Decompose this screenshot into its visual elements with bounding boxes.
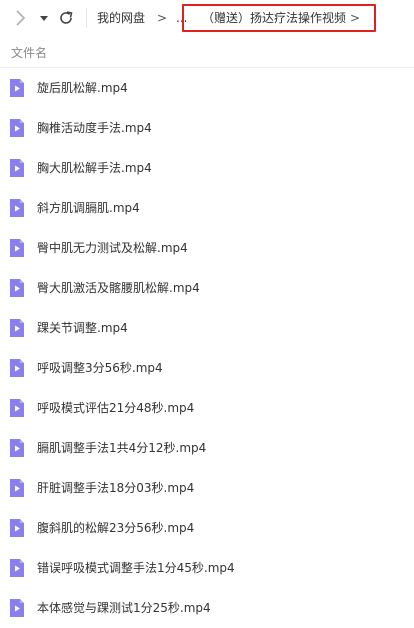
file-row[interactable]: 呼吸模式评估21分48秒.mp4 xyxy=(0,388,414,428)
breadcrumb-current-folder[interactable]: （赠送）扬达疗法操作视频 xyxy=(202,10,346,26)
video-file-icon xyxy=(10,119,24,137)
file-row[interactable]: 呼吸调整3分56秒.mp4 xyxy=(0,348,414,388)
video-file-icon xyxy=(10,399,24,417)
file-row[interactable]: 踝关节调整.mp4 xyxy=(0,308,414,348)
file-name[interactable]: 腹斜肌的松解23分56秒.mp4 xyxy=(37,520,194,536)
file-name[interactable]: 臀中肌无力测试及松解.mp4 xyxy=(37,240,188,256)
file-name[interactable]: 呼吸调整3分56秒.mp4 xyxy=(37,360,163,376)
file-name[interactable]: 旋后肌松解.mp4 xyxy=(37,80,128,96)
file-name[interactable]: 臀大肌激活及髂腰肌松解.mp4 xyxy=(37,280,200,296)
file-row[interactable]: 肝脏调整手法18分03秒.mp4 xyxy=(0,468,414,508)
file-name[interactable]: 本体感觉与踝测试1分25秒.mp4 xyxy=(37,600,211,616)
file-name[interactable]: 胸椎活动度手法.mp4 xyxy=(37,120,152,136)
file-row[interactable]: 臀中肌无力测试及松解.mp4 xyxy=(0,228,414,268)
video-file-icon xyxy=(10,239,24,257)
file-row[interactable]: 胸椎活动度手法.mp4 xyxy=(0,108,414,148)
file-row[interactable]: 本体感觉与踝测试1分25秒.mp4 xyxy=(0,588,414,628)
file-name[interactable]: 呼吸模式评估21分48秒.mp4 xyxy=(37,400,194,416)
file-row[interactable]: 错误呼吸模式调整手法1分45秒.mp4 xyxy=(0,548,414,588)
video-file-icon xyxy=(10,559,24,577)
video-file-icon xyxy=(10,439,24,457)
breadcrumb-separator: > xyxy=(157,11,168,25)
breadcrumb-root[interactable]: 我的网盘 xyxy=(97,10,145,26)
caret-down-icon[interactable] xyxy=(38,11,50,25)
column-header: 文件名 xyxy=(0,36,414,68)
video-file-icon xyxy=(10,359,24,377)
video-file-icon xyxy=(10,519,24,537)
file-row[interactable]: 臀大肌激活及髂腰肌松解.mp4 xyxy=(0,268,414,308)
video-file-icon xyxy=(10,199,24,217)
file-name[interactable]: 错误呼吸模式调整手法1分45秒.mp4 xyxy=(37,560,235,576)
file-row[interactable]: 腹斜肌的松解23分56秒.mp4 xyxy=(0,508,414,548)
file-row[interactable]: 膈肌调整手法1共4分12秒.mp4 xyxy=(0,428,414,468)
breadcrumb-separator[interactable]: > xyxy=(350,10,360,26)
file-name[interactable]: 胸大肌松解手法.mp4 xyxy=(37,160,152,176)
file-row[interactable]: 胸大肌松解手法.mp4 xyxy=(0,148,414,188)
file-name[interactable]: 肝脏调整手法18分03秒.mp4 xyxy=(37,480,194,496)
video-file-icon xyxy=(10,319,24,337)
toolbar: 我的网盘 > ... （赠送）扬达疗法操作视频 > xyxy=(0,0,414,36)
video-file-icon xyxy=(10,479,24,497)
video-file-icon xyxy=(10,159,24,177)
column-header-filename[interactable]: 文件名 xyxy=(11,45,47,61)
video-file-icon xyxy=(10,599,24,617)
file-row[interactable]: 旋后肌松解.mp4 xyxy=(0,68,414,108)
refresh-icon[interactable] xyxy=(56,8,76,28)
chevron-right-icon[interactable] xyxy=(10,8,30,28)
file-name[interactable]: 膈肌调整手法1共4分12秒.mp4 xyxy=(37,440,206,456)
file-name[interactable]: 斜方肌调膈肌.mp4 xyxy=(37,200,140,216)
toolbar-divider xyxy=(86,8,87,28)
video-file-icon xyxy=(10,279,24,297)
file-row[interactable]: 斜方肌调膈肌.mp4 xyxy=(0,188,414,228)
video-file-icon xyxy=(10,79,24,97)
file-name[interactable]: 踝关节调整.mp4 xyxy=(37,320,128,336)
